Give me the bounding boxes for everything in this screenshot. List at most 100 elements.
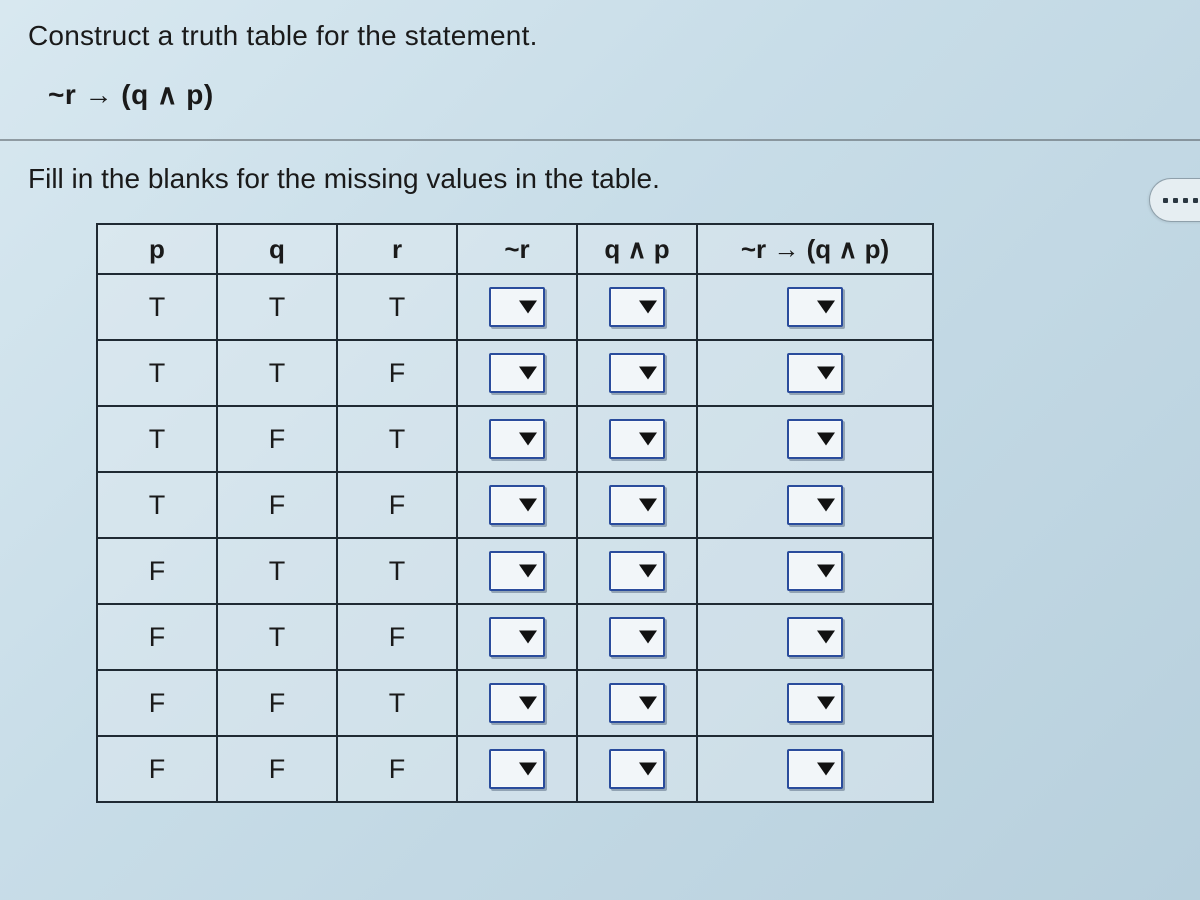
cell-implication: TF xyxy=(697,736,933,802)
cell-q-and-p: TF xyxy=(577,538,697,604)
dropdown-q-and-p[interactable]: TF xyxy=(609,551,665,591)
cell-q: T xyxy=(217,604,337,670)
value-p: F xyxy=(149,754,166,784)
cell-q-and-p: TF xyxy=(577,274,697,340)
dropdown-wrap: TF xyxy=(787,617,843,657)
cell-implication: TF xyxy=(697,670,933,736)
table-row: F F F TF TF TF xyxy=(97,736,933,802)
dropdown-q-and-p[interactable]: TF xyxy=(609,617,665,657)
dropdown-implication[interactable]: TF xyxy=(787,353,843,393)
table-row: F F T TF TF TF xyxy=(97,670,933,736)
value-p: T xyxy=(149,490,166,520)
dropdown-wrap: TF xyxy=(489,485,545,525)
value-r: T xyxy=(389,556,406,586)
more-options-tab[interactable] xyxy=(1149,178,1200,222)
value-r: T xyxy=(389,292,406,322)
dropdown-wrap: TF xyxy=(609,551,665,591)
value-r: T xyxy=(389,688,406,718)
header-q-and-p: q ∧ p xyxy=(577,224,697,274)
dropdown-q-and-p[interactable]: TF xyxy=(609,353,665,393)
dropdown-implication[interactable]: TF xyxy=(787,617,843,657)
table-row: FTTTFTFTF xyxy=(97,538,933,604)
dropdown-implication[interactable]: TF xyxy=(787,551,843,591)
cell-p: F xyxy=(97,736,217,802)
instruction-text: Fill in the blanks for the missing value… xyxy=(28,163,1172,195)
value-q: F xyxy=(269,754,286,784)
dropdown-not-r[interactable]: TF xyxy=(489,353,545,393)
dropdown-q-and-p[interactable]: TF xyxy=(609,749,665,789)
dropdown-wrap: TF xyxy=(609,617,665,657)
dropdown-not-r[interactable]: TF xyxy=(489,749,545,789)
table-body: TTTTFTFTFTTFTFTFTFTFTTFTFTFTFFTFTFTFFTTT… xyxy=(97,274,933,802)
dropdown-not-r[interactable]: TF xyxy=(489,419,545,459)
dropdown-wrap: TF xyxy=(489,287,545,327)
cell-q-and-p: TF xyxy=(577,340,697,406)
cell-r: T xyxy=(337,538,457,604)
dropdown-implication[interactable]: TF xyxy=(787,683,843,723)
value-q: F xyxy=(269,490,286,520)
dropdown-not-r[interactable]: TF xyxy=(489,683,545,723)
dropdown-wrap: TF xyxy=(489,749,545,789)
dropdown-implication[interactable]: TF xyxy=(787,485,843,525)
cell-q-and-p: TF xyxy=(577,604,697,670)
cell-p: F xyxy=(97,538,217,604)
header-q: q xyxy=(217,224,337,274)
dropdown-not-r[interactable]: TF xyxy=(489,485,545,525)
cell-q-and-p: TF xyxy=(577,670,697,736)
cell-not-r: TF xyxy=(457,670,577,736)
cell-p: T xyxy=(97,406,217,472)
cell-implication: TF xyxy=(697,604,933,670)
header-not-r: ~r xyxy=(457,224,577,274)
value-p: F xyxy=(149,688,166,718)
problem-prompt: Construct a truth table for the statemen… xyxy=(28,20,1172,52)
dropdown-not-r[interactable]: TF xyxy=(489,287,545,327)
cell-r: F xyxy=(337,472,457,538)
value-q: T xyxy=(269,292,286,322)
table-header-row: p q r ~r q ∧ p ~r → (q ∧ p) xyxy=(97,224,933,274)
dropdown-implication[interactable]: TF xyxy=(787,287,843,327)
truth-table: p q r ~r q ∧ p ~r → (q ∧ p) TTTTFTFTFTTF… xyxy=(96,223,934,803)
cell-q-and-p: TF xyxy=(577,736,697,802)
cell-r: F xyxy=(337,736,457,802)
value-p: T xyxy=(149,358,166,388)
cell-r: T xyxy=(337,406,457,472)
cell-r: T xyxy=(337,670,457,736)
table-row: TTFTFTFTF xyxy=(97,340,933,406)
value-p: F xyxy=(149,556,166,586)
truth-table-container: p q r ~r q ∧ p ~r → (q ∧ p) TTTTFTFTFTTF… xyxy=(28,223,1172,803)
cell-implication: TF xyxy=(697,472,933,538)
cell-not-r: TF xyxy=(457,406,577,472)
dropdown-q-and-p[interactable]: TF xyxy=(609,287,665,327)
value-r: F xyxy=(389,490,406,520)
value-r: T xyxy=(389,424,406,454)
dropdown-not-r[interactable]: TF xyxy=(489,551,545,591)
cell-implication: TF xyxy=(697,274,933,340)
dropdown-q-and-p[interactable]: TF xyxy=(609,485,665,525)
value-p: F xyxy=(149,622,166,652)
dropdown-wrap: TF xyxy=(489,419,545,459)
dropdown-not-r[interactable]: TF xyxy=(489,617,545,657)
cell-q: F xyxy=(217,670,337,736)
dropdown-q-and-p[interactable]: TF xyxy=(609,683,665,723)
dropdown-wrap: TF xyxy=(609,485,665,525)
dropdown-wrap: TF xyxy=(787,353,843,393)
dropdown-wrap: TF xyxy=(787,485,843,525)
value-q: F xyxy=(269,688,286,718)
dropdown-q-and-p[interactable]: TF xyxy=(609,419,665,459)
cell-q: F xyxy=(217,406,337,472)
value-p: T xyxy=(149,292,166,322)
table-row: TFTTFTFTF xyxy=(97,406,933,472)
cell-p: T xyxy=(97,472,217,538)
dropdown-wrap: TF xyxy=(609,287,665,327)
cell-implication: TF xyxy=(697,406,933,472)
cell-r: T xyxy=(337,274,457,340)
cell-q: F xyxy=(217,736,337,802)
table-row: T T T TF TF TF xyxy=(97,274,933,340)
dropdown-wrap: TF xyxy=(609,419,665,459)
value-q: T xyxy=(269,622,286,652)
header-implication: ~r → (q ∧ p) xyxy=(697,224,933,274)
dropdown-implication[interactable]: TF xyxy=(787,749,843,789)
cell-q: T xyxy=(217,340,337,406)
dropdown-implication[interactable]: TF xyxy=(787,419,843,459)
cell-not-r: TF xyxy=(457,538,577,604)
